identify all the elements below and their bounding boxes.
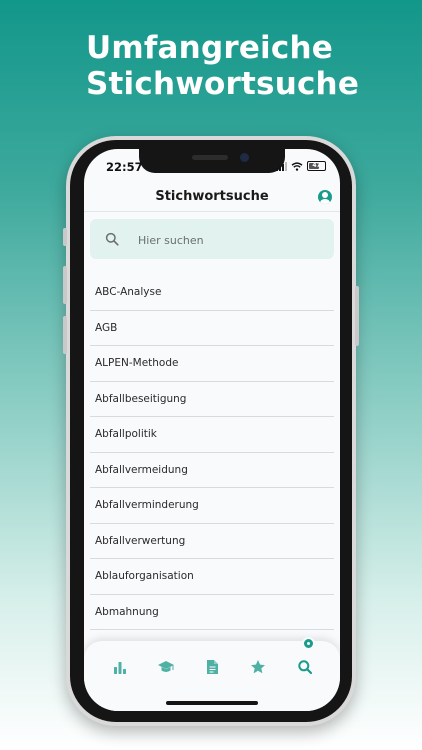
- page-title: Stichwortsuche: [155, 189, 269, 204]
- tab-statistics[interactable]: [112, 659, 128, 675]
- tab-favorites[interactable]: [250, 659, 266, 675]
- search-icon: [105, 232, 119, 246]
- keyword-list-item[interactable]: Abfallbeseitigung: [90, 382, 334, 417]
- phone-volume-down-button: [63, 316, 67, 354]
- tab-documents[interactable]: [204, 659, 220, 675]
- camera: [240, 153, 249, 162]
- graduation-cap-icon: [158, 661, 174, 672]
- keyword-list-item[interactable]: Abfallpolitik: [90, 417, 334, 453]
- active-tab-indicator: [302, 637, 315, 650]
- keyword-list-item[interactable]: Abfallverminderung: [90, 488, 334, 524]
- phone-side-button: [63, 228, 67, 246]
- keyword-list: ABC-Analyse AGB ALPEN-Methode Abfallbeseiti…: [90, 275, 334, 630]
- search-bar[interactable]: [90, 219, 334, 259]
- document-icon: [207, 660, 218, 674]
- battery-level: 47: [312, 162, 321, 169]
- phone-power-button: [355, 286, 359, 346]
- tab-search[interactable]: [297, 659, 313, 675]
- header-divider: [84, 211, 340, 212]
- headline: Umfangreiche Stichwortsuche: [86, 30, 359, 102]
- headline-line-1: Umfangreiche: [86, 30, 333, 66]
- signal-icon: [276, 161, 287, 171]
- status-icons: 47: [276, 161, 326, 171]
- phone-volume-up-button: [63, 266, 67, 304]
- keyword-list-item[interactable]: AGB: [90, 311, 334, 346]
- keyword-list-item[interactable]: Abfallvermeidung: [90, 453, 334, 488]
- bar-chart-icon: [114, 662, 126, 674]
- home-indicator: [166, 701, 258, 705]
- search-input[interactable]: [136, 229, 320, 251]
- search-icon: [298, 660, 313, 675]
- profile-icon[interactable]: [318, 190, 332, 204]
- tab-learning[interactable]: [158, 659, 174, 675]
- keyword-list-item[interactable]: Abmahnung: [90, 595, 334, 630]
- status-time: 22:57: [106, 160, 143, 174]
- speaker: [192, 155, 228, 160]
- app-screen: 22:57 47 Stichwortsuche ABC-AnalyseAGBAL…: [84, 149, 340, 711]
- star-icon: [251, 660, 265, 674]
- notch: [139, 149, 285, 173]
- keyword-list-item[interactable]: ABC-Analyse: [90, 275, 334, 311]
- headline-line-2: Stichwortsuche: [86, 66, 360, 102]
- wifi-icon: [291, 161, 303, 171]
- keyword-list-item[interactable]: Ablauforganisation: [90, 559, 334, 595]
- keyword-list-item[interactable]: ALPEN-Methode: [90, 346, 334, 382]
- tab-bar: [84, 637, 340, 711]
- keyword-list-item[interactable]: Abfallverwertung: [90, 524, 334, 559]
- battery-icon: 47: [307, 161, 326, 171]
